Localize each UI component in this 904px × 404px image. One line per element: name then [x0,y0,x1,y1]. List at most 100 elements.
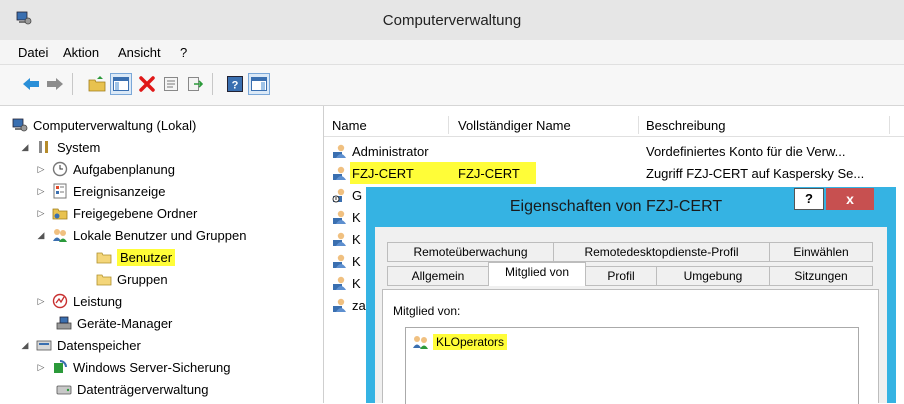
tab-sitzungen[interactable]: Sitzungen [769,266,873,286]
up-folder-icon[interactable] [86,73,108,95]
clock-icon [52,161,68,177]
folder-icon [96,252,112,264]
collapse-icon[interactable]: ◢ [20,340,30,351]
show-hide-action-pane-icon[interactable] [248,73,270,95]
svg-text:?: ? [232,80,239,92]
backup-icon [54,360,67,373]
tree-label: Aufgabenplanung [73,161,175,177]
dialog-title: Eigenschaften von FZJ-CERT [509,198,723,215]
tree-item-gruppen[interactable]: Gruppen [96,268,168,290]
tab-profil[interactable]: Profil [585,266,657,286]
properties-dialog: Eigenschaften von FZJ-CERT ? x Remoteübe… [366,187,896,404]
delete-icon[interactable] [136,73,158,95]
tab-umgebung[interactable]: Umgebung [656,266,770,286]
table-row[interactable] [332,162,352,184]
tree-label: Computerverwaltung (Lokal) [33,117,197,133]
collapse-icon[interactable]: ◢ [36,230,46,241]
table-row[interactable]: K [332,206,361,228]
dialog-close-button[interactable]: x [826,188,874,210]
tree-label: Gruppen [117,271,168,287]
user-name: K [352,275,361,291]
user-name: za [352,297,366,313]
tree-item-server-sicherung[interactable]: ▷ Windows Server-Sicherung [36,356,231,378]
table-row[interactable]: za [332,294,366,316]
help-icon[interactable]: ? [224,73,246,95]
menu-help[interactable]: ? [180,45,187,60]
tree-label: Ereignisanzeige [73,183,166,199]
tree-item-leistung[interactable]: ▷ Leistung [36,290,123,312]
forward-arrow-icon[interactable] [44,73,66,95]
performance-icon [52,293,68,309]
table-row[interactable]: Administrator [332,140,429,162]
tree-item-root[interactable]: Computerverwaltung (Lokal) [12,114,196,136]
user-icon [333,144,346,158]
storage-icon [36,340,52,351]
tree-label: Leistung [73,293,123,309]
tree-item-geraete-manager[interactable]: Geräte-Manager [56,312,172,334]
menu-aktion[interactable]: Aktion [63,45,99,60]
member-list[interactable]: KLOperators [405,327,859,404]
tab-einwaehlen[interactable]: Einwählen [769,242,873,262]
tree-item-datenspeicher[interactable]: ◢ Datenspeicher [20,334,141,356]
tree-label: Benutzer [117,248,176,266]
tree-item-benutzer[interactable]: Benutzer [96,246,176,268]
expand-icon[interactable]: ▷ [36,362,46,373]
dialog-help-button[interactable]: ? [794,188,824,210]
expand-icon[interactable]: ▷ [36,296,46,307]
menu-bar: Datei Aktion Ansicht ? [0,40,904,65]
user-fullname: FZJ-CERT [458,166,520,181]
event-viewer-icon [53,183,67,199]
device-manager-icon [56,316,72,330]
list-item[interactable]: KLOperators [412,334,508,350]
folder-icon [96,274,112,286]
tab-mitglied-von[interactable]: Mitglied von [488,262,586,286]
column-header-description[interactable]: Beschreibung [646,118,726,133]
user-name: FZJ-CERT [352,166,414,181]
user-icon [333,298,346,312]
tab-allgemein[interactable]: Allgemein [387,266,489,286]
menu-datei[interactable]: Datei [18,45,48,60]
list-header: Name Vollständiger Name Beschreibung [324,114,904,137]
column-header-name[interactable]: Name [332,118,367,133]
table-row[interactable]: K [332,228,361,250]
tree-label: Lokale Benutzer und Gruppen [73,227,247,243]
tree-item-ereignisanzeige[interactable]: ▷ Ereignisanzeige [36,180,166,202]
group-icon [413,336,428,349]
properties-icon[interactable] [160,73,182,95]
tree-item-freigegebene-ordner[interactable]: ▷ Freigegebene Ordner [36,202,198,224]
tree-label: Datenträgerverwaltung [77,381,209,397]
tree-item-lokale-benutzer[interactable]: ◢ Lokale Benutzer und Gruppen [36,224,247,246]
show-hide-tree-icon[interactable] [110,73,132,95]
expand-icon[interactable]: ▷ [36,186,46,197]
tree-item-aufgabenplanung[interactable]: ▷ Aufgabenplanung [36,158,175,180]
user-name: K [352,209,361,225]
tree-label: Geräte-Manager [77,315,173,331]
dialog-client-area: Remoteüberwachung Remotedesktopdienste-P… [375,227,887,404]
column-header-fullname[interactable]: Vollständiger Name [458,118,571,133]
user-name: Administrator [352,143,429,159]
table-row[interactable]: G [332,184,362,206]
back-arrow-icon[interactable] [20,73,42,95]
tab-remoteueberwachung[interactable]: Remoteüberwachung [387,242,554,262]
tree-item-system[interactable]: ◢ System [20,136,101,158]
user-icon [333,166,346,180]
expand-icon[interactable]: ▷ [36,208,46,219]
user-disabled-icon [332,188,345,203]
table-row[interactable]: K [332,272,361,294]
toolbar: ? [0,65,904,106]
user-description: Vordefiniertes Konto für die Verw... [646,144,846,159]
export-list-icon[interactable] [184,73,206,95]
tree-label: Windows Server-Sicherung [73,359,231,375]
tab-remotedesktopdienste-profil[interactable]: Remotedesktopdienste-Profil [553,242,770,262]
computer-management-icon [12,118,28,132]
expand-icon[interactable]: ▷ [36,164,46,175]
user-name: K [352,253,361,269]
collapse-icon[interactable]: ◢ [20,142,30,153]
menu-ansicht[interactable]: Ansicht [118,45,161,60]
tree-item-datentraeger[interactable]: Datenträgerverwaltung [56,378,209,400]
tab-panel: Mitglied von: KLOperators [382,289,879,404]
table-row[interactable]: K [332,250,361,272]
pane-divider[interactable] [323,106,324,403]
disk-management-icon [56,385,72,395]
member-of-label: Mitglied von: [393,304,461,318]
